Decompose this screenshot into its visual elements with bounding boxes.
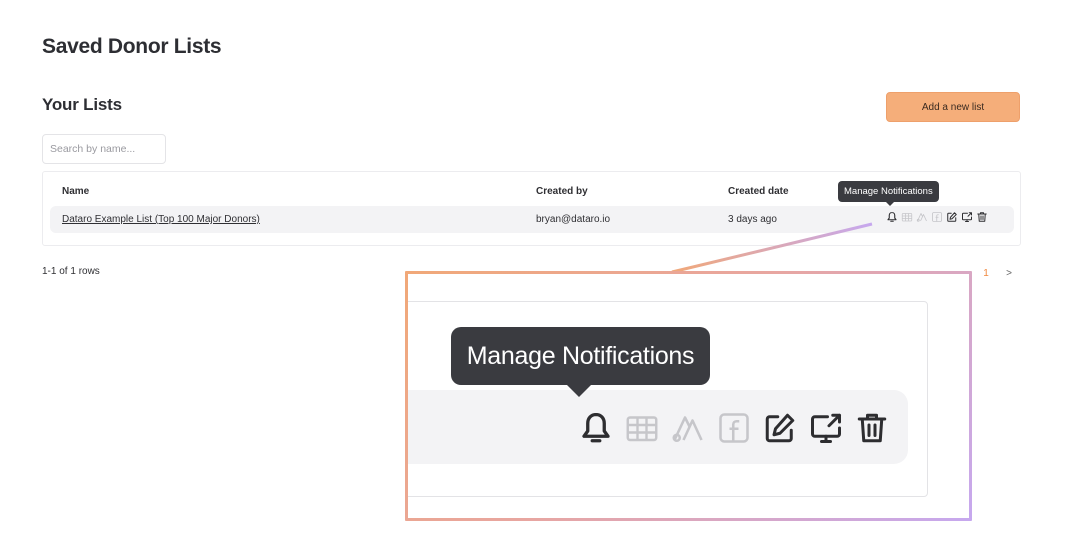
next-page-button[interactable]: > — [998, 262, 1020, 284]
trash-icon[interactable] — [976, 211, 988, 223]
table-row: Dataro Example List (Top 100 Major Donor… — [50, 206, 1014, 233]
search-input[interactable] — [42, 134, 166, 164]
export-screen-icon — [811, 413, 841, 443]
row-actions — [886, 211, 988, 223]
section-title: Your Lists — [42, 95, 122, 114]
created-date-cell: 3 days ago — [728, 214, 777, 225]
page-title: Saved Donor Lists — [42, 35, 222, 58]
bell-icon — [582, 412, 610, 443]
table-grid-icon[interactable] — [901, 211, 913, 223]
page-button-current[interactable]: 1 — [975, 262, 997, 284]
trash-icon — [857, 413, 887, 443]
zoom-row-actions — [578, 410, 890, 446]
column-header-created-by[interactable]: Created by — [536, 186, 588, 197]
pagination-info: 1-1 of 1 rows — [42, 266, 100, 277]
zoom-manage-notifications-tooltip: Manage Notifications — [451, 327, 710, 397]
column-header-name[interactable]: Name — [62, 186, 89, 197]
edit-icon — [765, 413, 795, 443]
ads-logo-icon[interactable] — [916, 211, 928, 223]
table-grid-icon — [626, 416, 658, 442]
ads-logo-icon — [672, 416, 703, 443]
column-header-created-date[interactable]: Created date — [728, 186, 789, 197]
edit-icon[interactable] — [946, 211, 958, 223]
bell-icon[interactable] — [886, 211, 898, 223]
created-by-cell: bryan@dataro.io — [536, 214, 611, 225]
add-new-list-button[interactable]: Add a new list — [886, 92, 1020, 122]
facebook-icon[interactable] — [931, 211, 943, 223]
export-screen-icon[interactable] — [961, 211, 973, 223]
manage-notifications-tooltip: Manage Notifications — [838, 181, 939, 206]
zoom-callout-frame: Manage Notifications — [405, 271, 972, 521]
list-name-link[interactable]: Dataro Example List (Top 100 Major Donor… — [62, 214, 260, 225]
facebook-icon — [719, 413, 749, 443]
